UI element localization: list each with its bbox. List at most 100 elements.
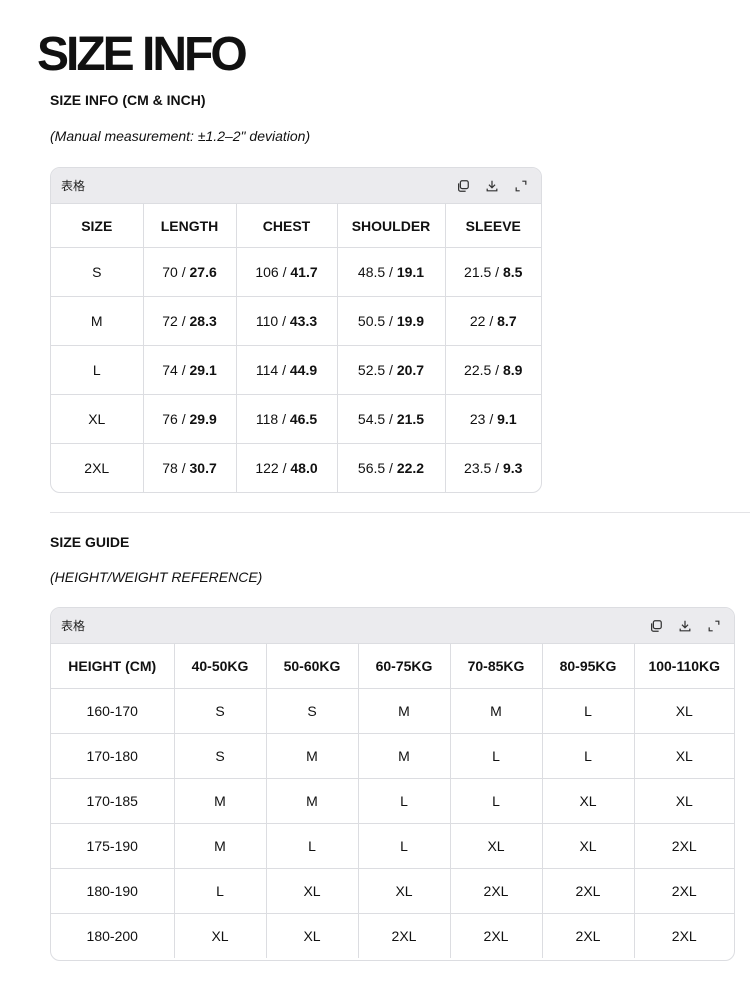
- table-cell: 22.5 / 8.9: [445, 345, 541, 395]
- table-row: S 70 / 27.6 106 / 41.7 48.5 / 19.1 21.5 / 8.…: [51, 247, 541, 297]
- page-title: SIZE INFO: [37, 28, 248, 81]
- table-cell: 175-190: [51, 823, 175, 869]
- table-cell: 2XL: [450, 913, 543, 958]
- inch-value: 19.1: [396, 264, 425, 280]
- table-row: L 74 / 29.1 114 / 44.9 52.5 / 20.7 22.5 / 8.…: [51, 345, 541, 395]
- cm-value: 48.5: [357, 264, 386, 280]
- table-cell: 2XL: [671, 928, 697, 944]
- inch-value: 46.5: [289, 411, 318, 427]
- table-cell: L: [450, 778, 543, 824]
- cm-value: 23.5: [464, 460, 492, 476]
- table-row: 170-180 S M M L L XL: [51, 733, 734, 779]
- inch-value: 8.5: [502, 264, 523, 280]
- table-cell: L: [358, 823, 451, 869]
- inch-value: 27.6: [189, 264, 217, 280]
- table-cell: 180-200: [51, 913, 175, 958]
- inch-value: 20.7: [396, 362, 425, 378]
- table-cell: M: [450, 688, 543, 734]
- column-header: HEIGHT (CM): [51, 644, 175, 689]
- size-guide-table-card: 表格 HEIGHT (CM) 40-50KG 50-60KG 60-75KG 70-85…: [50, 607, 735, 961]
- table-cell: 56.5 / 22.2: [337, 443, 446, 492]
- cm-value: 23: [469, 411, 486, 427]
- cm-value: 106: [255, 264, 279, 280]
- column-header: SLEEVE: [445, 204, 541, 248]
- table-row: 170-185 M M L L XL XL: [51, 778, 734, 824]
- table-cell: M: [358, 733, 451, 779]
- cm-value: 54.5: [357, 411, 386, 427]
- table-card-label: 表格: [61, 619, 86, 633]
- inch-value: 8.7: [497, 313, 517, 329]
- table-cell: 74 / 29.1: [143, 345, 237, 395]
- table-cell: 78 / 30.7: [143, 443, 237, 492]
- column-header: 40-50KG: [174, 644, 267, 689]
- expand-icon[interactable]: [706, 618, 722, 634]
- table-cell: M: [266, 778, 359, 824]
- copy-icon[interactable]: [455, 178, 471, 194]
- column-header: SHOULDER: [337, 204, 446, 248]
- copy-icon[interactable]: [648, 618, 664, 634]
- download-icon[interactable]: [677, 618, 693, 634]
- table-cell: 2XL: [542, 868, 635, 914]
- size-info-table-card: 表格 SIZE LENGTH CHEST SHOULDER SLEEVE S 70 / 2…: [50, 167, 542, 493]
- table-cell: L: [542, 688, 635, 734]
- table-cell: XL: [266, 868, 359, 914]
- table-cell: L: [266, 823, 359, 869]
- inch-value: 43.3: [289, 313, 318, 329]
- table-cell: L: [450, 733, 543, 779]
- table-cell: M: [174, 778, 267, 824]
- inch-value: 8.9: [502, 362, 523, 378]
- table-tools: [455, 178, 529, 194]
- table-cell: 48.5 / 19.1: [337, 247, 446, 297]
- table-header-row: HEIGHT (CM) 40-50KG 50-60KG 60-75KG 70-85KG 8…: [51, 644, 734, 689]
- table-cell: XL: [174, 913, 267, 958]
- table-cell: XL: [542, 823, 635, 869]
- cm-value: 78: [162, 460, 178, 476]
- table-cell: M: [266, 733, 359, 779]
- cm-value: 72: [162, 313, 178, 329]
- table-cell: 72 / 28.3: [143, 296, 237, 346]
- table-cell: XL: [450, 823, 543, 869]
- inch-value: 28.3: [189, 313, 217, 329]
- inch-value: 44.9: [289, 362, 318, 378]
- inch-value: 41.7: [290, 264, 318, 280]
- table-cell: 2XL: [634, 823, 734, 869]
- cm-value: 74: [162, 362, 178, 378]
- table-cell: 50.5 / 19.9: [337, 296, 446, 346]
- table-row: 2XL 78 / 30.7 122 / 48.0 56.5 / 22.2 23.5 / …: [51, 443, 541, 492]
- section-divider: [50, 512, 750, 513]
- table-cell: 2XL: [450, 868, 543, 914]
- download-icon[interactable]: [484, 178, 500, 194]
- table-cell: 23 / 9.1: [445, 394, 541, 444]
- table-cell: M: [358, 688, 451, 734]
- size-guide-title: SIZE GUIDE: [50, 534, 130, 550]
- table-cell: XL: [266, 913, 359, 958]
- table-cell: 160-170: [51, 688, 175, 734]
- column-header: 80-95KG: [542, 644, 635, 689]
- inch-value: 22.2: [396, 460, 425, 476]
- table-cell: 76 / 29.9: [143, 394, 237, 444]
- column-header: CHEST: [236, 204, 338, 248]
- table-cell: M: [174, 823, 267, 869]
- table-cell: 114 / 44.9: [236, 345, 338, 395]
- inch-value: 48.0: [290, 460, 318, 476]
- table-cell: 2XL: [542, 913, 635, 958]
- cm-value: 110: [255, 313, 279, 329]
- cm-value: 22: [469, 313, 486, 329]
- inch-value: 21.5: [396, 411, 425, 427]
- table-cell: XL: [358, 868, 451, 914]
- cm-value: 22.5: [464, 362, 492, 378]
- table-card-header: 表格: [51, 608, 734, 644]
- table-cell: 2XL: [358, 913, 451, 958]
- cm-value: 114: [255, 362, 279, 378]
- inch-value: 9.3: [502, 460, 523, 476]
- inch-value: 30.7: [189, 460, 217, 476]
- expand-icon[interactable]: [513, 178, 529, 194]
- table-cell: L: [358, 778, 451, 824]
- table-cell: 22 / 8.7: [445, 296, 541, 346]
- table-cell: 52.5 / 20.7: [337, 345, 446, 395]
- cm-value: 56.5: [357, 460, 386, 476]
- table-cell: L: [542, 733, 635, 779]
- size-info-table: SIZE LENGTH CHEST SHOULDER SLEEVE S 70 / 27.6…: [51, 204, 541, 492]
- table-cell: 54.5 / 21.5: [337, 394, 446, 444]
- table-cell: 170-180: [51, 733, 175, 779]
